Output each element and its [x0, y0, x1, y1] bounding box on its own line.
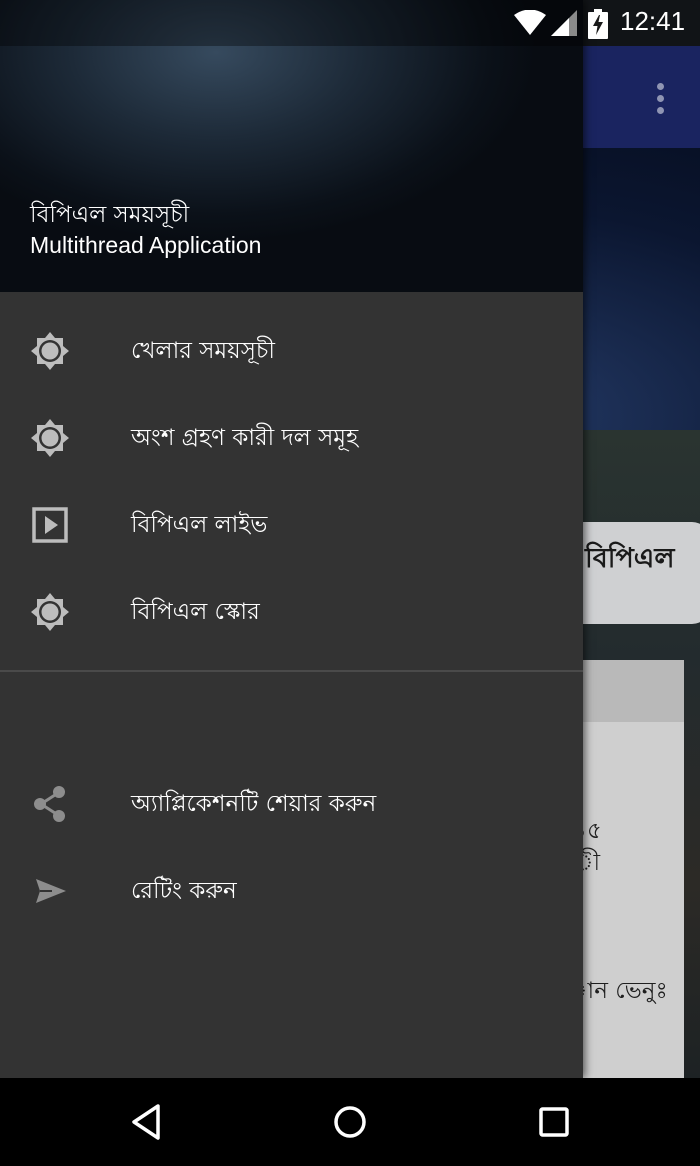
brightness-icon	[31, 419, 69, 457]
navigation-drawer: বিপিএল সময়সূচী Multithread Application …	[0, 0, 583, 1078]
drawer-subtitle: Multithread Application	[30, 232, 262, 258]
drawer-item-label: বিপিএল স্কোর	[131, 599, 260, 625]
drawer-item-rate[interactable]: রেটিং করুন	[0, 848, 583, 934]
drawer-title: বিপিএল সময়সূচী	[30, 202, 190, 228]
status-clock: 12:41	[620, 6, 686, 36]
recents-icon[interactable]	[532, 1100, 576, 1144]
brightness-icon	[31, 593, 69, 631]
status-bar: 12:41	[0, 0, 700, 46]
play-box-icon	[32, 507, 68, 543]
drawer-item-live[interactable]: বিপিএল লাইভ	[0, 482, 583, 568]
cell-signal-icon	[551, 10, 577, 36]
drawer-item-label: বিপিএল লাইভ	[131, 512, 268, 538]
drawer-divider	[0, 670, 583, 672]
drawer-item-share-app[interactable]: অ্যাপ্লিকেশনটি শেয়ার করুন	[0, 761, 583, 847]
back-icon[interactable]	[126, 1100, 170, 1144]
more-vert-icon[interactable]	[640, 70, 680, 126]
drawer-item-schedule[interactable]: খেলার সময়সূচী	[0, 308, 583, 394]
share-icon	[34, 786, 65, 822]
drawer-item-label: রেটিং করুন	[131, 878, 237, 904]
home-icon[interactable]	[328, 1100, 372, 1144]
wifi-icon	[514, 10, 546, 35]
app-pill-text: বিপিএল	[585, 543, 675, 574]
battery-charging-icon	[588, 9, 608, 39]
drawer-item-score[interactable]: বিপিএল স্কোর	[0, 569, 583, 655]
drawer-item-label: অ্যাপ্লিকেশনটি শেয়ার করুন	[131, 791, 377, 817]
drawer-item-label: খেলার সময়সূচী	[131, 338, 275, 364]
drawer-item-label: অংশ গ্রহণ কারী দল সমূহ	[131, 425, 359, 451]
drawer-item-teams[interactable]: অংশ গ্রহণ কারী দল সমূহ	[0, 395, 583, 481]
send-icon	[36, 879, 66, 903]
brightness-icon	[31, 332, 69, 370]
system-nav-bar	[0, 1078, 700, 1166]
